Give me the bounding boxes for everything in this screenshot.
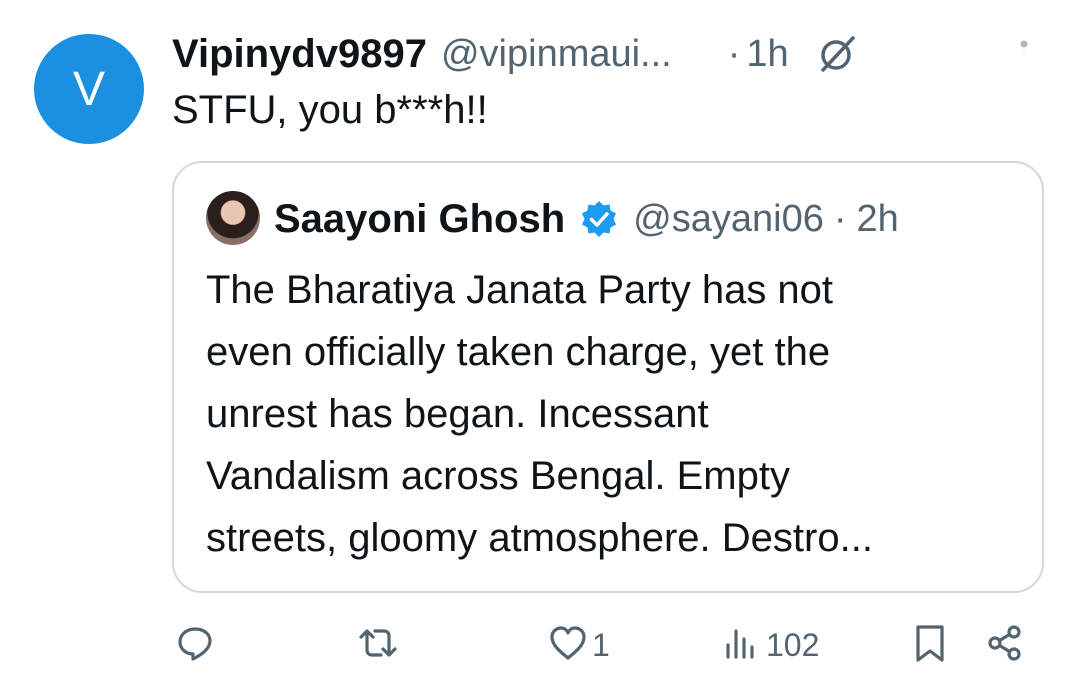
avatar[interactable]: V <box>34 34 144 144</box>
share-button[interactable] <box>985 623 1025 668</box>
bookmark-icon <box>910 623 950 668</box>
quoted-text-line: even officially taken charge, yet the <box>206 330 831 374</box>
bookmark-button[interactable] <box>910 623 950 668</box>
share-icon <box>985 623 1025 668</box>
like-button[interactable]: 1 <box>548 623 610 668</box>
timestamp[interactable]: 1h <box>746 33 788 76</box>
quoted-text-line: The Bharatiya Janata Party has not <box>206 268 834 312</box>
quoted-avatar[interactable] <box>206 191 260 245</box>
quoted-header: Saayoni Ghosh @sayani06 · 2h <box>274 191 1022 247</box>
quoted-tweet[interactable]: Saayoni Ghosh @sayani06 · 2h The Bharati… <box>172 161 1044 593</box>
reply-icon <box>175 623 215 668</box>
quoted-display-name[interactable]: Saayoni Ghosh <box>274 197 565 242</box>
like-count: 1 <box>592 627 610 663</box>
display-name[interactable]: Vipinydv9897 <box>172 32 427 77</box>
reply-button[interactable] <box>175 623 219 668</box>
quoted-text: The Bharatiya Janata Party has not even … <box>206 259 1026 569</box>
user-handle[interactable]: @vipinmaui... <box>441 33 672 76</box>
verified-badge-icon <box>579 199 619 239</box>
views-button[interactable]: 102 <box>722 623 819 668</box>
tweet-header: Vipinydv9897 @vipinmaui... · 1h <box>172 26 1052 82</box>
separator-dot: · <box>727 32 741 75</box>
retweet-button[interactable] <box>358 623 402 668</box>
views-icon <box>722 623 762 668</box>
views-count: 102 <box>766 627 820 663</box>
retweet-icon <box>358 623 398 668</box>
quoted-separator-dot: · <box>833 197 847 240</box>
heart-icon <box>548 623 588 668</box>
quoted-text-line: Vandalism across Bengal. Empty <box>206 454 790 498</box>
quoted-timestamp[interactable]: 2h <box>857 198 899 241</box>
quoted-text-line: streets, gloomy atmosphere. Destro... <box>206 516 873 560</box>
quoted-handle[interactable]: @sayani06 <box>633 198 824 241</box>
tweet-text: STFU, you b***h!! <box>172 88 488 132</box>
action-bar: 1 102 <box>0 615 1080 675</box>
avatar-letter: V <box>72 62 105 116</box>
quoted-text-line: unrest has began. Incessant <box>206 392 709 436</box>
grok-icon[interactable] <box>815 32 859 76</box>
more-options-icon[interactable] <box>1012 14 1036 74</box>
